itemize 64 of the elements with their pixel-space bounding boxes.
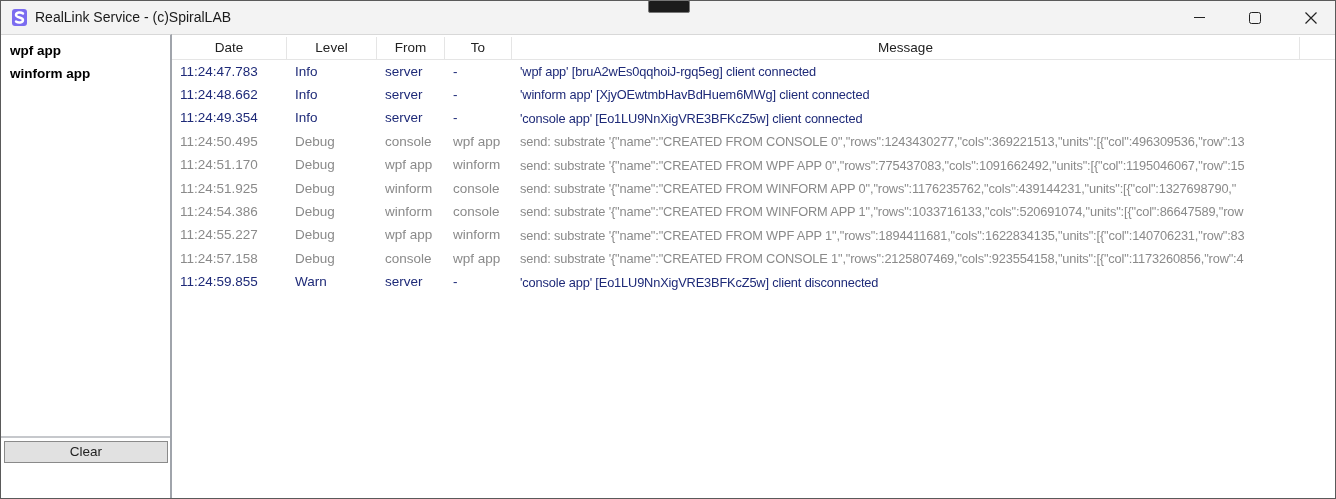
table-cell: Debug <box>295 157 335 173</box>
table-cell: 11:24:48.662 <box>180 86 258 102</box>
table-cell: 11:24:51.170 <box>180 157 258 173</box>
table-cell: console <box>385 250 432 266</box>
column-header[interactable]: Level <box>287 37 377 59</box>
table-cell: 11:24:59.855 <box>180 274 258 290</box>
table-cell: Info <box>295 110 318 126</box>
table-cell: Debug <box>295 203 335 219</box>
table-cell: server <box>385 274 423 290</box>
table-cell: 11:24:54.386 <box>180 203 258 219</box>
column-header[interactable]: From <box>377 37 445 59</box>
table-cell: 'console app' [Eo1LU9NnXigVRE3BFKcZ5w] client connected <box>520 110 863 126</box>
table-cell: server <box>385 110 423 126</box>
table-cell: 11:24:51.925 <box>180 180 258 196</box>
table-cell: 11:24:50.495 <box>180 133 258 149</box>
table-cell: 11:24:55.227 <box>180 227 258 243</box>
table-cell: Debug <box>295 180 335 196</box>
table-cell: Debug <box>295 227 335 243</box>
table-cell: Debug <box>295 133 335 149</box>
table-cell: Debug <box>295 250 335 266</box>
table-cell: winform <box>453 157 501 173</box>
table-cell: server <box>385 63 423 79</box>
app-logo-icon <box>12 9 27 26</box>
table-cell: winform <box>453 227 501 243</box>
minimize-icon <box>1193 16 1205 19</box>
window-title: RealLink Service - (c)SpiralLAB <box>35 8 232 27</box>
table-cell: console <box>453 203 500 219</box>
client-item[interactable]: winform app <box>10 62 170 85</box>
table-cell: server <box>385 86 423 102</box>
table-cell: console <box>385 133 432 149</box>
table-cell: wpf app <box>453 250 501 266</box>
table-cell: send: substrate '{"name":"CREATED FROM WPF APP 1","rows":1894411681,"cols":1622834135,"units":[{"col":140706231,"row":83 <box>520 227 1245 243</box>
table-cell: send: substrate '{"name":"CREATED FROM CONSOLE 0","rows":1243430277,"cols":369221513,"units":[{"col":496309536,"row":13 <box>520 134 1245 150</box>
table-cell: send: substrate '{"name":"CREATED FROM WINFORM APP 0","rows":1176235762,"cols":439144231,"units":[{"col":1327698790," <box>520 181 1237 197</box>
column-header[interactable]: To <box>445 37 512 59</box>
table-cell: winform <box>385 180 433 196</box>
table-cell: - <box>453 63 458 79</box>
table-cell: Info <box>295 86 318 102</box>
table-cell: - <box>453 274 458 290</box>
snap-handle[interactable] <box>648 0 690 13</box>
table-cell: Info <box>295 63 318 79</box>
table-cell: wpf app <box>453 133 501 149</box>
client-item[interactable]: wpf app <box>10 39 170 62</box>
table-cell: - <box>453 110 458 126</box>
table-cell: winform <box>385 203 433 219</box>
table-cell: 'console app' [Eo1LU9NnXigVRE3BFKcZ5w] client disconnected <box>520 274 879 290</box>
table-cell: 11:24:49.354 <box>180 110 258 126</box>
table-cell: 'winform app' [XjyOEwtmbHavBdHuem6MWg] client connected <box>520 87 870 103</box>
table-cell: - <box>453 86 458 102</box>
close-icon <box>1305 11 1317 24</box>
table-cell: send: substrate '{"name":"CREATED FROM CONSOLE 1","rows":2125807469,"cols":923554158,"units":[{"col":1173260856,"row":4 <box>520 251 1244 267</box>
table-cell: 'wpf app' [bruA2wEs0qqhoiJ-rgq5eg] client connected <box>520 64 817 80</box>
table-cell: send: substrate '{"name":"CREATED FROM WINFORM APP 1","rows":1033716133,"cols":520691074,"units":[{"col":86647589,"row <box>520 204 1244 220</box>
table-cell: 11:24:47.783 <box>180 63 258 79</box>
table-cell: send: substrate '{"name":"CREATED FROM WPF APP 0","rows":775437083,"cols":1091662492,"units":[{"col":1195046067,"row":15 <box>520 157 1245 173</box>
column-header[interactable]: Date <box>172 37 287 59</box>
table-cell: Warn <box>295 274 327 290</box>
clear-button[interactable]: Clear <box>4 441 168 463</box>
table-cell: wpf app <box>385 157 433 173</box>
table-cell: wpf app <box>385 227 433 243</box>
maximize-icon <box>1249 11 1261 24</box>
column-header[interactable]: Message <box>512 37 1300 59</box>
table-cell: console <box>453 180 500 196</box>
table-cell: 11:24:57.158 <box>180 250 258 266</box>
